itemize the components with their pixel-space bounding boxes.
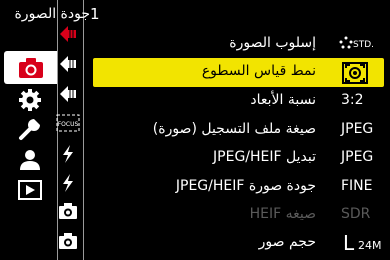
tab-camera[interactable] xyxy=(4,51,57,84)
tab-playback[interactable] xyxy=(4,172,56,208)
menu-item-value: JPEG xyxy=(341,149,374,165)
menu-item-jpeg-heif-quality[interactable]: جودة صورة JPEG/HEIF FINE xyxy=(93,173,384,202)
subtab-camera-1[interactable] xyxy=(56,201,80,221)
subtab-focus[interactable]: FOCUS xyxy=(56,113,80,133)
menu-item-label: جودة صورة JPEG/HEIF xyxy=(175,178,316,194)
playback-icon xyxy=(18,180,42,200)
camera-icon xyxy=(18,57,43,78)
subtab-1[interactable] xyxy=(56,24,80,44)
menu-item-value: FINE xyxy=(341,178,373,194)
menu-item-metering-mode[interactable]: نمط قياس السطوع xyxy=(93,58,384,87)
focus-icon: FOCUS xyxy=(56,114,80,132)
wrench-icon xyxy=(19,119,40,140)
divider-right xyxy=(83,0,84,260)
photo-style-icon xyxy=(339,36,353,54)
arrow-3-icon xyxy=(60,86,76,102)
menu-item-file-format[interactable]: صيغة ملف التسجيل (صورة) JPEG xyxy=(93,116,384,145)
menu-item-value: L xyxy=(343,231,355,255)
menu-item-label: صيغة ملف التسجيل (صورة) xyxy=(152,121,316,137)
menu-item-value: JPEG xyxy=(341,121,374,137)
camera-small-1-icon xyxy=(59,203,77,219)
menu-item-label: تبديل JPEG/HEIF xyxy=(213,149,316,165)
arrow-2-icon xyxy=(60,56,76,72)
menu-item-label: نسبة الأبعاد xyxy=(250,92,316,108)
menu-item-heif-format: صيغه HEIF SDR xyxy=(93,201,384,230)
menu-item-label: صيغه HEIF xyxy=(249,206,316,222)
menu-item-photo-style[interactable]: إسلوب الصورة STD. xyxy=(93,30,384,59)
menu-item-value: STD. xyxy=(353,40,375,50)
menu-item-label: حجم صور xyxy=(258,234,316,250)
flash-2-icon xyxy=(63,174,73,192)
menu-item-label: إسلوب الصورة xyxy=(229,35,316,51)
metering-icon xyxy=(342,62,368,88)
menu-item-picture-size[interactable]: حجم صور L 24M xyxy=(93,229,384,258)
page-number: 1 xyxy=(90,5,100,23)
menu-item-label: نمط قياس السطوع xyxy=(201,63,316,79)
subtab-flash-2[interactable] xyxy=(56,173,80,193)
camera-small-2-icon xyxy=(59,233,77,249)
menu-item-aspect-ratio[interactable]: نسبة الأبعاد 3:2 xyxy=(93,87,384,116)
subtab-flash-1[interactable] xyxy=(56,144,80,164)
flash-1-icon xyxy=(63,145,73,163)
subtab-camera-2[interactable] xyxy=(56,231,80,251)
person-icon xyxy=(20,150,40,170)
menu-item-value: SDR xyxy=(341,206,371,222)
menu-item-value-suffix: 24M xyxy=(358,239,382,252)
svg-text:FOCUS: FOCUS xyxy=(58,121,79,128)
page-title: جودة الصورة xyxy=(14,6,90,22)
gear-icon xyxy=(19,89,41,111)
subtab-2[interactable] xyxy=(56,54,80,74)
subtab-3[interactable] xyxy=(56,84,80,104)
menu-item-value: 3:2 xyxy=(341,92,364,108)
menu-item-jpeg-heif-switch[interactable]: تبديل JPEG/HEIF JPEG xyxy=(93,144,384,173)
arrow-1-icon xyxy=(60,26,76,42)
